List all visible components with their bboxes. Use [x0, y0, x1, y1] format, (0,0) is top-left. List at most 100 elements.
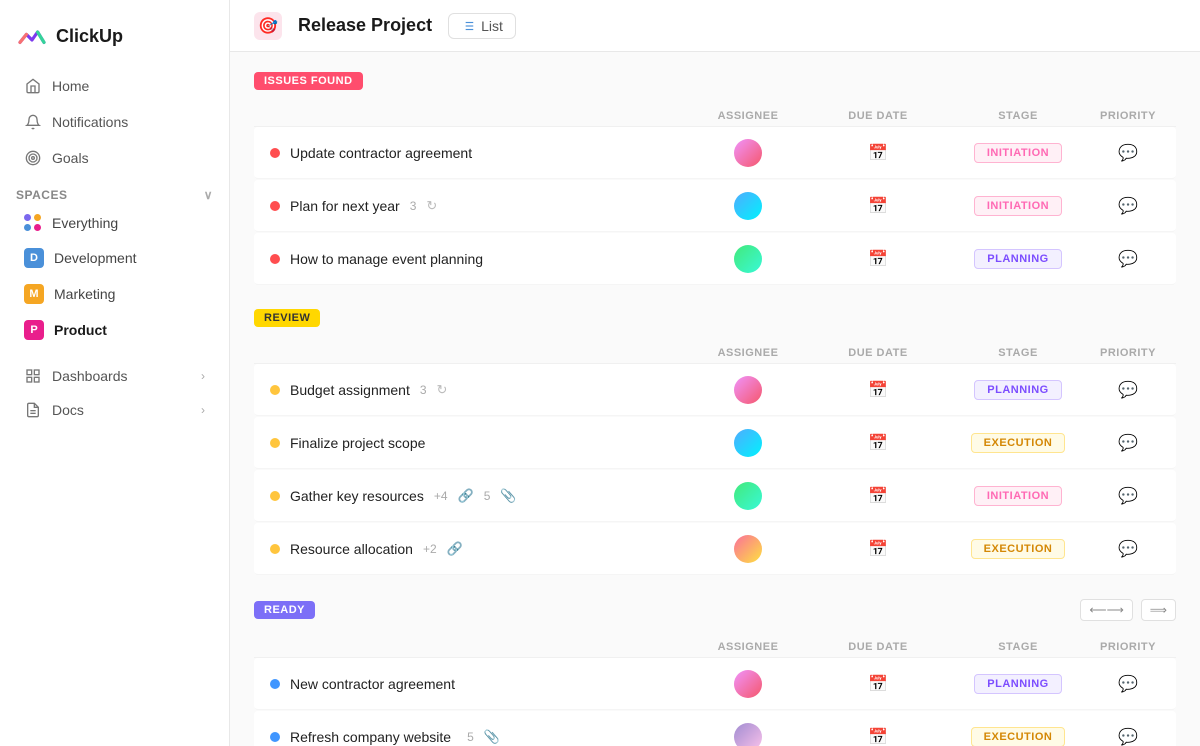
priority-cell: 💬 [1088, 196, 1168, 216]
priority-cell: 💬 [1088, 249, 1168, 269]
sidebar-item-marketing[interactable]: M Marketing [8, 277, 221, 311]
stage-badge: PLANNING [974, 674, 1061, 694]
assignee-cell [688, 535, 808, 563]
dashboards-icon [24, 367, 42, 385]
nav-notifications[interactable]: Notifications [8, 105, 221, 139]
task-name: Gather key resources [290, 488, 424, 504]
dashboards-label: Dashboards [52, 368, 128, 384]
review-col-headers: ASSIGNEE DUE DATE STAGE PRIORITY [254, 343, 1176, 364]
everything-label: Everything [52, 215, 118, 231]
clickup-logo-icon [16, 20, 48, 52]
task-count: 3 [420, 383, 427, 397]
task-name-cell: Resource allocation +2 🔗 [262, 541, 688, 557]
bell-icon [24, 113, 42, 131]
list-view-button[interactable]: List [448, 13, 516, 39]
task-name-cell: New contractor agreement [262, 676, 688, 692]
nav-notifications-label: Notifications [52, 114, 128, 130]
ready-section: READY ⟵⟶ ⟹ ASSIGNEE DUE DATE STAGE PRIOR… [254, 599, 1176, 746]
task-dot [270, 732, 280, 742]
sidebar-item-product[interactable]: P Product [8, 313, 221, 347]
sidebar: ClickUp Home Notifications Goals Spaces … [0, 0, 230, 746]
col-priority-3: PRIORITY [1088, 641, 1168, 653]
subtask-icon: ↻ [437, 382, 448, 398]
priority-cell: 💬 [1088, 143, 1168, 163]
priority-icon: 💬 [1118, 727, 1138, 746]
table-row: Budget assignment 3 ↻ 📅 PLANNING 💬 [254, 364, 1176, 416]
dashboards-chevron: › [201, 369, 205, 383]
priority-cell: 💬 [1088, 380, 1168, 400]
assignee-cell [688, 670, 808, 698]
task-name: Plan for next year [290, 198, 400, 214]
calendar-icon: 📅 [868, 143, 888, 163]
task-dot [270, 254, 280, 264]
development-icon: D [24, 248, 44, 268]
sidebar-item-development[interactable]: D Development [8, 241, 221, 275]
due-date-cell: 📅 [808, 674, 948, 694]
col-priority-2: PRIORITY [1088, 347, 1168, 359]
link-icon: 🔗 [447, 541, 463, 557]
nav-docs[interactable]: Docs › [8, 394, 221, 426]
avatar [734, 429, 762, 457]
assignee-cell [688, 139, 808, 167]
stage-cell: PLANNING [948, 674, 1088, 694]
task-extra: +4 [434, 489, 448, 503]
avatar [734, 139, 762, 167]
issues-badge: ISSUES FOUND [254, 72, 363, 90]
due-date-cell: 📅 [808, 143, 948, 163]
task-name-cell: Gather key resources +4 🔗 5 📎 [262, 488, 688, 504]
stage-cell: PLANNING [948, 249, 1088, 269]
table-row: Refresh company website 5 📎 📅 EXECUTION … [254, 711, 1176, 746]
task-name-cell: How to manage event planning [262, 251, 688, 267]
assignee-cell [688, 376, 808, 404]
docs-chevron: › [201, 403, 205, 417]
calendar-icon: 📅 [868, 486, 888, 506]
development-label: Development [54, 250, 137, 266]
priority-icon: 💬 [1118, 433, 1138, 453]
stage-badge: INITIATION [974, 143, 1062, 163]
spaces-chevron[interactable]: ∨ [204, 188, 213, 202]
docs-icon [24, 401, 42, 419]
top-bar: 🎯 Release Project List [230, 0, 1200, 52]
assignee-cell [688, 192, 808, 220]
sidebar-item-everything[interactable]: Everything [8, 207, 221, 239]
nav-dashboards[interactable]: Dashboards › [8, 360, 221, 392]
toolbar-btn-1[interactable]: ⟵⟶ [1080, 599, 1132, 621]
task-dot [270, 201, 280, 211]
nav-goals[interactable]: Goals [8, 141, 221, 175]
toolbar-btn-2[interactable]: ⟹ [1141, 599, 1176, 621]
col-assignee-3: ASSIGNEE [688, 641, 808, 653]
product-icon: P [24, 320, 44, 340]
assignee-cell [688, 245, 808, 273]
col-assignee-2: ASSIGNEE [688, 347, 808, 359]
spaces-section-header: Spaces ∨ [0, 176, 229, 206]
assignee-cell [688, 429, 808, 457]
docs-label: Docs [52, 402, 84, 418]
list-icon [461, 19, 475, 33]
calendar-icon: 📅 [868, 249, 888, 269]
task-name: New contractor agreement [290, 676, 455, 692]
task-attachments: 5 [484, 489, 491, 503]
table-row: Plan for next year 3 ↻ 📅 INITIATION 💬 [254, 180, 1176, 232]
calendar-icon: 📅 [868, 539, 888, 559]
home-icon [24, 77, 42, 95]
ready-section-header: READY ⟵⟶ ⟹ [254, 599, 1176, 629]
stage-badge: PLANNING [974, 380, 1061, 400]
task-name-cell: Finalize project scope [262, 435, 688, 451]
col-duedate-2: DUE DATE [808, 347, 948, 359]
priority-icon: 💬 [1118, 486, 1138, 506]
nav-home[interactable]: Home [8, 69, 221, 103]
calendar-icon: 📅 [868, 380, 888, 400]
col-priority-1: PRIORITY [1088, 110, 1168, 122]
table-row: Gather key resources +4 🔗 5 📎 📅 INITIATI… [254, 470, 1176, 522]
calendar-icon: 📅 [868, 674, 888, 694]
content-area: ISSUES FOUND ASSIGNEE DUE DATE STAGE PRI… [230, 52, 1200, 746]
table-row: Finalize project scope 📅 EXECUTION 💬 [254, 417, 1176, 469]
ready-badge: READY [254, 601, 315, 619]
avatar [734, 482, 762, 510]
task-dot [270, 148, 280, 158]
link-icon: 🔗 [458, 488, 474, 504]
calendar-icon: 📅 [868, 196, 888, 216]
priority-icon: 💬 [1118, 249, 1138, 269]
task-name-cell: Update contractor agreement [262, 145, 688, 161]
calendar-icon: 📅 [868, 433, 888, 453]
